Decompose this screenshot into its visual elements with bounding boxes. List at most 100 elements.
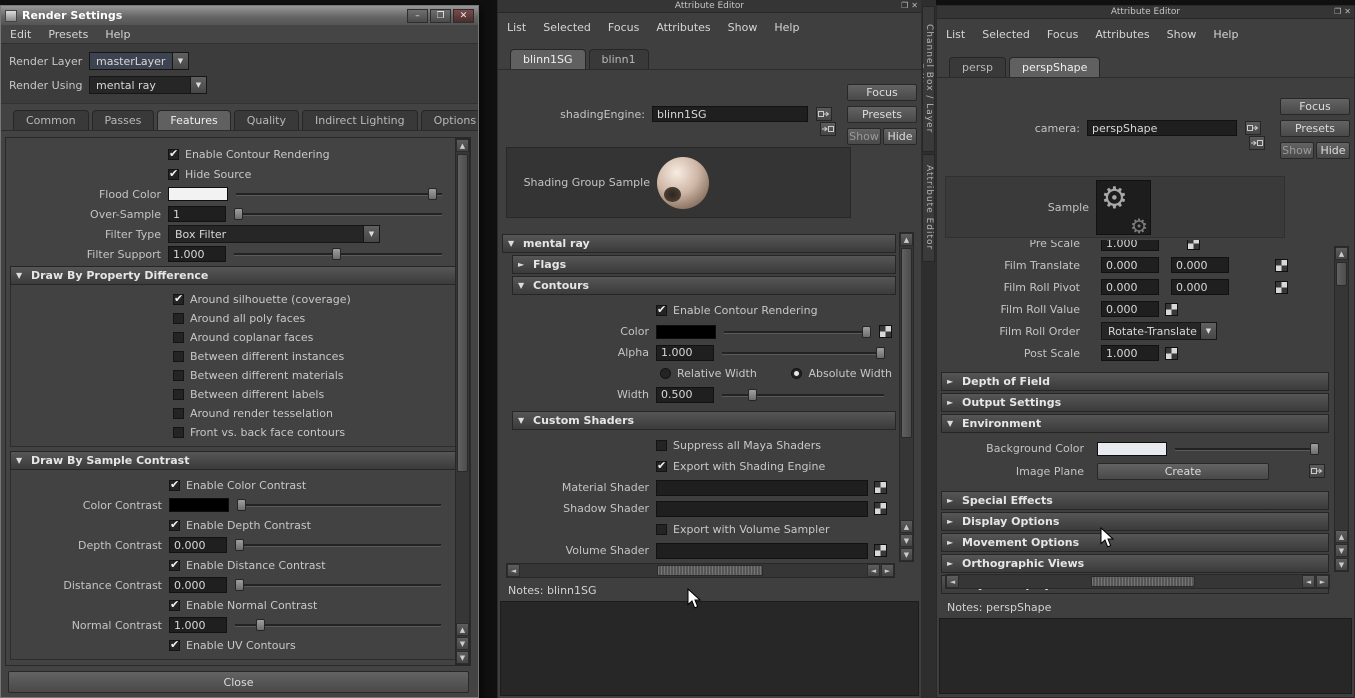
scroll-up-icon[interactable]: ▲	[1335, 247, 1348, 260]
width-field[interactable]: 0.500	[656, 386, 714, 403]
scrollbar-thumb[interactable]	[1091, 576, 1195, 587]
material-shader-field[interactable]	[656, 479, 868, 496]
menu-focus[interactable]: Focus	[608, 21, 639, 34]
section-movement-options[interactable]: ► Movement Options	[941, 533, 1329, 552]
show-button[interactable]: Show	[847, 128, 881, 145]
enable-distance-contrast-checkbox[interactable]	[169, 558, 180, 571]
pane-titlebar[interactable]: Attribute Editor ❐ ✕	[937, 6, 1354, 19]
slider-handle[interactable]	[747, 388, 757, 401]
scroll-down-icon[interactable]: ▼	[1335, 558, 1348, 571]
color-contrast-slider[interactable]	[237, 498, 441, 512]
scroll-down-icon[interactable]: ▼	[900, 548, 913, 561]
slider-handle[interactable]	[862, 325, 872, 338]
film-roll-pivot-y-field[interactable]: 0.000	[1171, 279, 1229, 295]
show-button[interactable]: Show	[1280, 142, 1314, 159]
menu-show[interactable]: Show	[728, 21, 758, 34]
shading-engine-field[interactable]: blinn1SG	[652, 106, 808, 122]
output-connection-icon[interactable]	[816, 107, 832, 121]
background-color-slider[interactable]	[1175, 442, 1319, 456]
slider-handle[interactable]	[237, 499, 246, 511]
film-roll-order-dropdown[interactable]: Rotate-Translate ▼	[1101, 322, 1217, 340]
film-translate-y-field[interactable]: 0.000	[1171, 257, 1229, 273]
input-connection-icon[interactable]	[820, 122, 836, 136]
section-mental-ray[interactable]: ▼ mental ray	[502, 234, 896, 253]
tab-quality[interactable]: Quality	[233, 110, 300, 130]
tab-common[interactable]: Common	[13, 110, 89, 130]
export-with-shading-engine-checkbox[interactable]	[656, 459, 667, 472]
menu-selected[interactable]: Selected	[543, 21, 591, 34]
enable-contour-rendering-checkbox[interactable]	[168, 147, 179, 160]
filter-support-slider[interactable]	[234, 247, 442, 261]
front-vs-back-face-contours-checkbox[interactable]	[173, 427, 184, 438]
texture-map-icon[interactable]	[1165, 346, 1178, 360]
scroll-right-icon[interactable]: ►	[1316, 575, 1329, 588]
menu-attributes[interactable]: Attributes	[656, 21, 710, 34]
slider-handle[interactable]	[427, 188, 437, 200]
slider-handle[interactable]	[875, 346, 885, 359]
scroll-up-icon[interactable]: ▲	[900, 233, 913, 246]
menu-presets[interactable]: Presets	[48, 28, 88, 41]
menu-focus[interactable]: Focus	[1047, 28, 1078, 41]
section-contours[interactable]: ▼ Contours	[512, 276, 896, 295]
section-flags[interactable]: ► Flags	[512, 255, 896, 274]
enable-contour-rendering-checkbox[interactable]	[656, 303, 667, 316]
filter-type-dropdown[interactable]: Box Filter ▼	[168, 225, 380, 243]
enable-uv-contours-checkbox[interactable]	[169, 638, 180, 651]
notes-textarea[interactable]	[500, 601, 919, 696]
around-silhouette-checkbox[interactable]	[173, 292, 184, 305]
menu-show[interactable]: Show	[1167, 28, 1197, 41]
slider-handle[interactable]	[1309, 442, 1319, 455]
normal-contrast-slider[interactable]	[235, 618, 441, 632]
menu-help[interactable]: Help	[1213, 28, 1238, 41]
film-roll-value-field[interactable]: 0.000	[1101, 301, 1159, 317]
section-environment[interactable]: ▼ Environment	[941, 414, 1329, 433]
film-roll-pivot-x-field[interactable]: 0.000	[1101, 279, 1159, 295]
section-display-options[interactable]: ► Display Options	[941, 512, 1329, 531]
scrollbar-thumb[interactable]	[901, 248, 912, 438]
horizontal-scrollbar[interactable]: ◄ ◄ ►	[506, 563, 895, 578]
volume-shader-field[interactable]	[656, 542, 868, 559]
scroll-left-icon[interactable]: ◄	[1302, 575, 1315, 588]
close-pane-icon[interactable]: ✕	[911, 1, 918, 10]
texture-map-icon[interactable]	[874, 544, 887, 557]
around-all-poly-faces-checkbox[interactable]	[173, 313, 184, 324]
post-scale-field[interactable]: 1.000	[1101, 345, 1159, 361]
scroll-left-icon[interactable]: ◄	[946, 575, 959, 588]
suppress-all-maya-shaders-checkbox[interactable]	[656, 440, 667, 451]
filter-support-field[interactable]: 1.000	[168, 246, 226, 262]
scroll-up-icon[interactable]: ▲	[456, 139, 469, 152]
slider-handle[interactable]	[255, 619, 265, 631]
texture-map-icon[interactable]	[874, 481, 887, 494]
slider-handle[interactable]	[235, 579, 244, 591]
output-connection-icon[interactable]	[1245, 121, 1261, 135]
section-special-effects[interactable]: ► Special Effects	[941, 491, 1329, 510]
scroll-left-icon[interactable]: ◄	[507, 564, 520, 577]
section-draw-by-sample-contrast[interactable]: ▼ Draw By Sample Contrast	[10, 451, 466, 470]
tab-blinn1[interactable]: blinn1	[588, 49, 649, 69]
contour-color-slider[interactable]	[724, 325, 872, 339]
scroll-down-icon[interactable]: ▼	[900, 534, 913, 547]
menu-selected[interactable]: Selected	[982, 28, 1030, 41]
vertical-scrollbar[interactable]: ▲ ▲ ▼ ▼	[1334, 246, 1349, 572]
menu-list[interactable]: List	[946, 28, 965, 41]
flood-color-slider[interactable]	[236, 187, 442, 201]
float-pane-icon[interactable]: ❐	[1334, 7, 1341, 16]
menu-help[interactable]: Help	[774, 21, 799, 34]
distance-contrast-field[interactable]: 0.000	[169, 577, 227, 593]
hide-button[interactable]: Hide	[883, 128, 917, 145]
around-coplanar-faces-checkbox[interactable]	[173, 332, 184, 343]
texture-map-icon[interactable]	[1187, 240, 1200, 250]
distance-contrast-slider[interactable]	[235, 578, 441, 592]
scroll-down-icon[interactable]: ▼	[456, 637, 469, 650]
around-render-tesselation-checkbox[interactable]	[173, 408, 184, 419]
scroll-down-icon[interactable]: ▼	[1335, 544, 1348, 557]
focus-button[interactable]: Focus	[1280, 98, 1350, 115]
film-translate-x-field[interactable]: 0.000	[1101, 257, 1159, 273]
tab-persp[interactable]: persp	[949, 57, 1006, 77]
scrollbar-thumb[interactable]	[457, 154, 468, 472]
scrollbar-thumb[interactable]	[1336, 262, 1347, 286]
scroll-right-icon[interactable]: ►	[881, 564, 894, 577]
between-different-materials-checkbox[interactable]	[173, 370, 184, 381]
enable-depth-contrast-checkbox[interactable]	[169, 518, 180, 531]
pane-titlebar[interactable]: Attribute Editor ❐ ✕	[498, 0, 921, 13]
